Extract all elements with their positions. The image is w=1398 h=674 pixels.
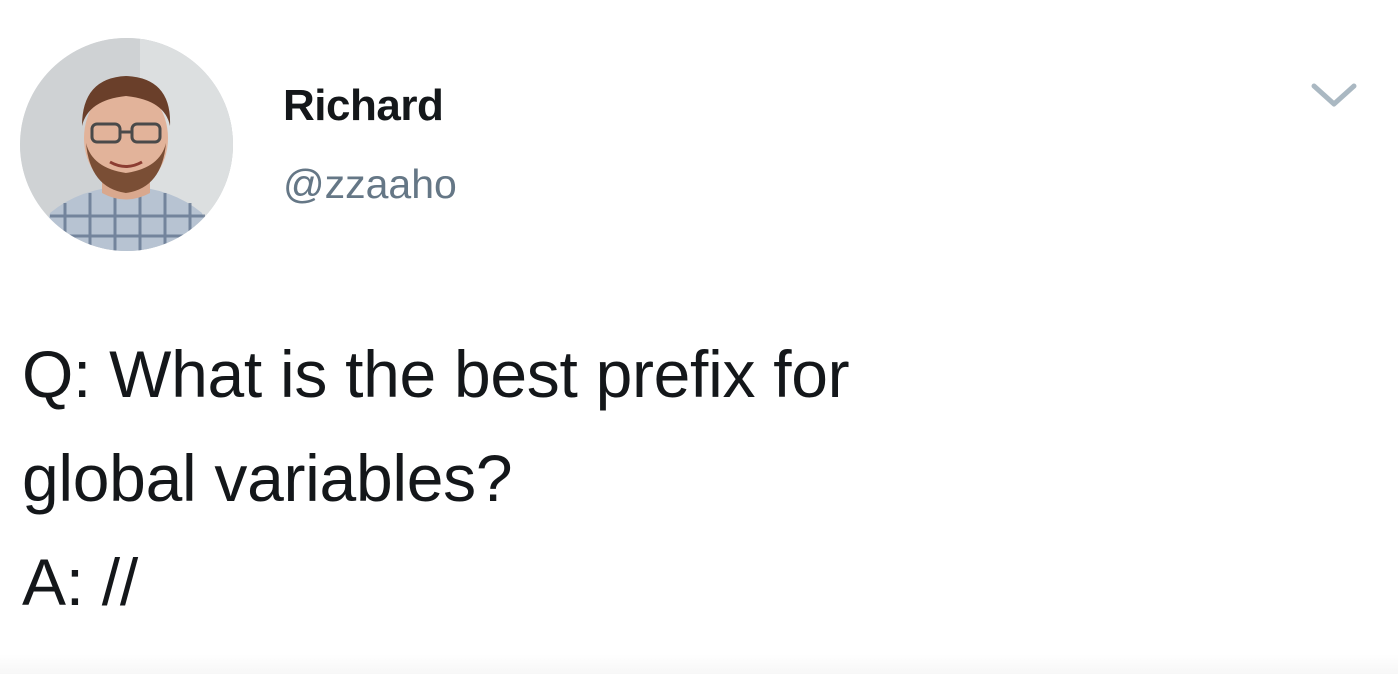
avatar[interactable] <box>20 38 233 251</box>
tweet-card: Richard @zzaaho Q: What is the best pref… <box>0 0 1398 674</box>
tweet-text-line: Q: What is the best prefix for <box>22 337 850 411</box>
tweet-text-line: A: // <box>22 545 138 619</box>
author-handle[interactable]: @zzaaho <box>283 156 457 212</box>
chevron-down-icon[interactable] <box>1309 78 1359 112</box>
author-display-name[interactable]: Richard <box>283 78 457 134</box>
tweet-header: Richard @zzaaho <box>0 0 1398 260</box>
tweet-text: Q: What is the best prefix for global va… <box>22 322 1362 634</box>
tweet-text-line: global variables? <box>22 441 513 515</box>
divider <box>0 654 1398 674</box>
avatar-photo-icon <box>20 38 233 251</box>
author-block[interactable]: Richard @zzaaho <box>283 78 457 212</box>
